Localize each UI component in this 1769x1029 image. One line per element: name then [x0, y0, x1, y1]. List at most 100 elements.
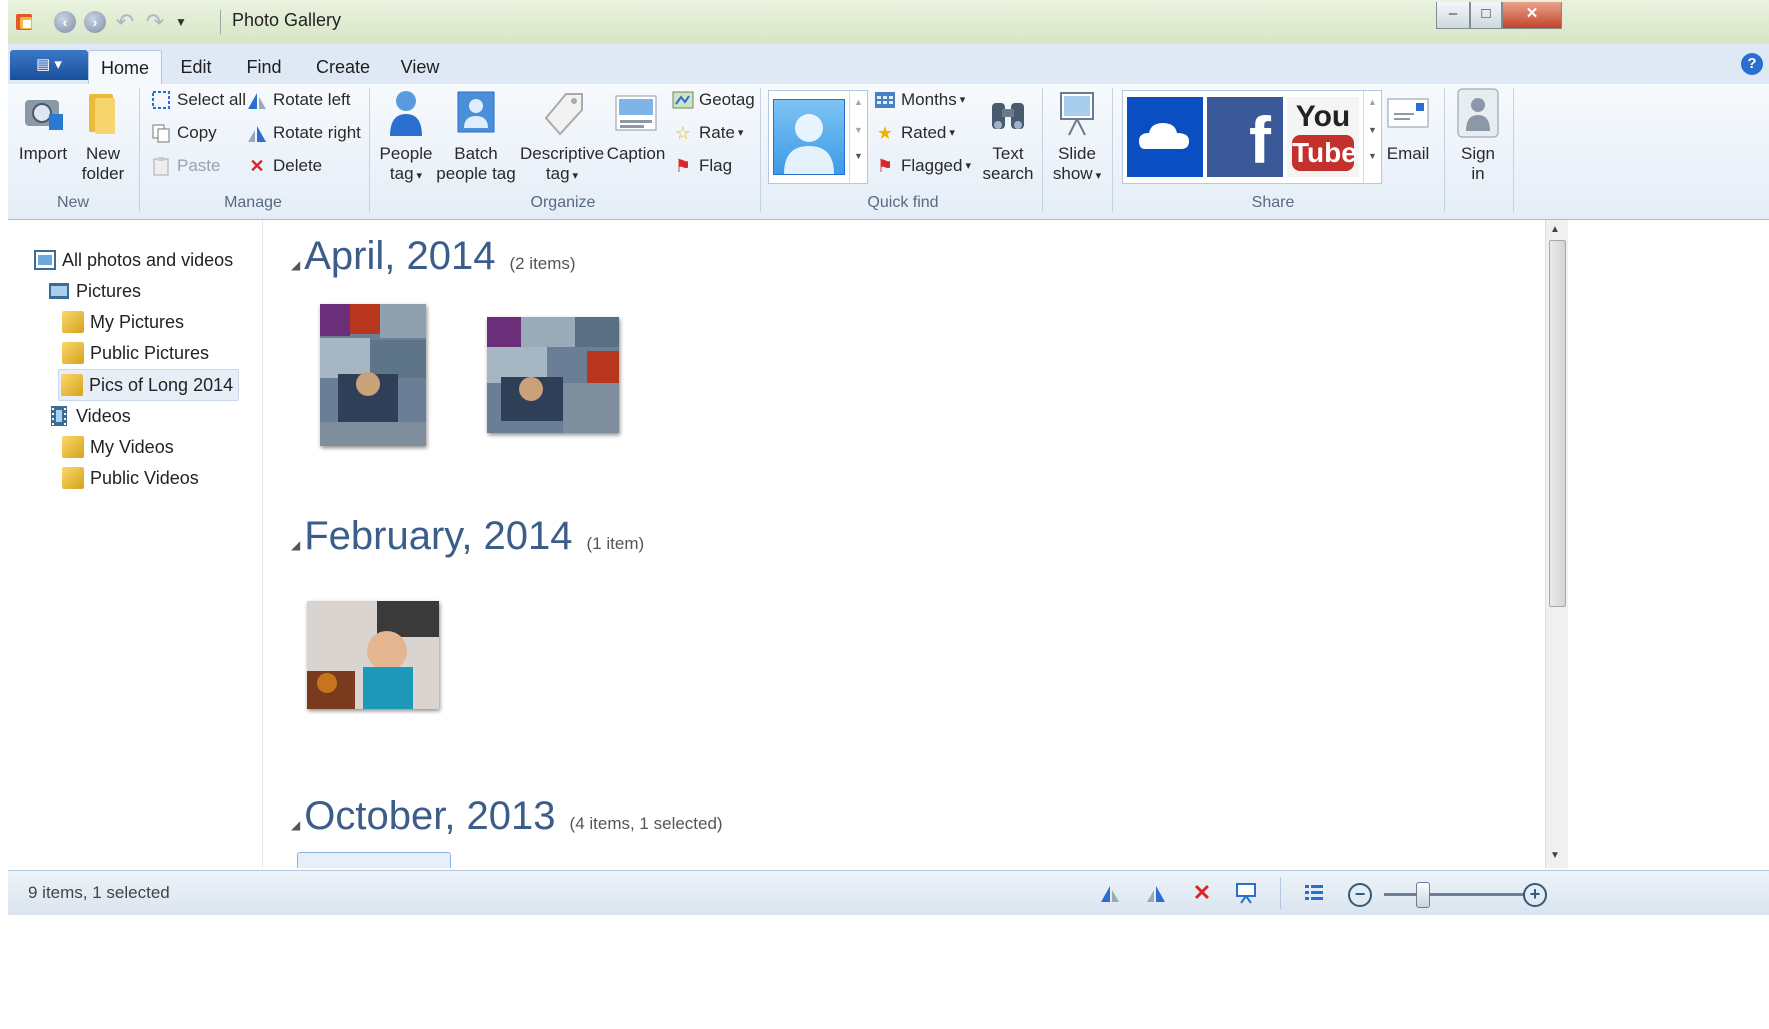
minimize-button[interactable]: – [1436, 2, 1470, 29]
gallery-up-icon[interactable]: ▲ [850, 97, 867, 107]
help-icon[interactable]: ? [1741, 53, 1763, 75]
zoom-out-icon[interactable]: − [1348, 883, 1372, 907]
slide-show-button[interactable]: Slide show ▾ [1048, 86, 1106, 186]
folder-icon [62, 311, 84, 333]
forward-icon[interactable]: › [82, 9, 108, 35]
close-button[interactable]: ✕ [1502, 2, 1562, 29]
gallery-scroll[interactable]: ▲ ▼ ▼ [849, 91, 867, 183]
new-folder-button[interactable]: New folder [78, 86, 128, 184]
batch-people-tag-button[interactable]: Batch people tag [436, 86, 516, 184]
select-all-button[interactable]: Select all [150, 86, 246, 114]
tab-create[interactable]: Create [308, 50, 378, 84]
caption-icon [614, 86, 658, 140]
sign-in-button[interactable]: Sign in [1450, 86, 1506, 184]
rated-button[interactable]: ★ Rated ▾ [874, 119, 955, 147]
gallery-more-icon[interactable]: ▼ [850, 151, 867, 161]
tab-edit[interactable]: Edit [168, 50, 224, 84]
batch-label-2: people tag [436, 164, 516, 183]
import-label: Import [18, 144, 68, 163]
photo-thumbnail[interactable] [487, 317, 619, 433]
slide-show-label-2: show [1052, 164, 1093, 183]
people-tag-label-2: tag [389, 164, 414, 183]
descriptive-tag-button[interactable]: Descriptive tag ▾ [520, 86, 604, 186]
nav-label: Videos [76, 406, 131, 426]
folder-icon [81, 86, 125, 140]
share-up-icon[interactable]: ▲ [1364, 97, 1381, 107]
share-more-icon[interactable]: ▼ [1364, 151, 1381, 161]
share-gallery-scroll[interactable]: ▲ ▼ ▼ [1363, 91, 1381, 183]
tab-find[interactable]: Find [236, 50, 292, 84]
flag-icon: ⚑ [876, 156, 894, 176]
collapse-triangle-icon[interactable]: ◢ [291, 258, 300, 272]
nav-pics-of-long-2014[interactable]: Pics of Long 2014 [58, 369, 240, 401]
facebook-icon[interactable]: f [1207, 97, 1283, 177]
group-separator [369, 88, 370, 212]
people-gallery[interactable]: ▲ ▼ ▼ [768, 90, 868, 184]
delete-icon: ✕ [249, 156, 265, 176]
redo-icon[interactable]: ↷ [142, 9, 168, 35]
slide-show-icon[interactable] [1232, 880, 1260, 906]
tab-home[interactable]: Home [88, 50, 162, 85]
person-icon [384, 86, 428, 140]
zoom-slider-knob[interactable] [1416, 882, 1430, 908]
scroll-up-icon[interactable]: ▲ [1550, 224, 1560, 235]
scroll-down-icon[interactable]: ▼ [1550, 850, 1560, 861]
nav-my-videos[interactable]: My Videos [62, 432, 174, 462]
status-bar: 9 items, 1 selected ✕ − + [8, 870, 1769, 915]
geotag-button[interactable]: Geotag [672, 86, 755, 114]
photo-thumbnail[interactable] [307, 601, 439, 709]
customize-qat-icon[interactable]: ▼ [168, 9, 194, 35]
flag-button[interactable]: ⚑ Flag [672, 152, 732, 180]
rotate-right-icon[interactable] [1142, 880, 1170, 906]
photo-thumbnail[interactable] [320, 304, 426, 446]
nav-pictures[interactable]: Pictures [48, 276, 141, 306]
nav-my-pictures[interactable]: My Pictures [62, 307, 184, 337]
import-button[interactable]: Import [16, 86, 70, 164]
copy-button[interactable]: Copy [150, 119, 217, 147]
vertical-scrollbar[interactable]: ▲ ▼ [1545, 220, 1568, 868]
onedrive-icon[interactable] [1127, 97, 1203, 177]
tab-view[interactable]: View [392, 50, 448, 84]
rotate-left-icon[interactable] [1096, 880, 1124, 906]
nav-public-videos[interactable]: Public Videos [62, 463, 199, 493]
group-label-organize: Organize [530, 194, 596, 211]
selected-photo-thumbnail[interactable] [297, 852, 451, 868]
gallery-down-icon[interactable]: ▼ [850, 125, 867, 135]
nav-videos[interactable]: Videos [48, 401, 131, 431]
caption-button[interactable]: Caption [606, 86, 666, 164]
delete-icon[interactable]: ✕ [1188, 880, 1216, 906]
delete-button[interactable]: ✕ Delete [246, 152, 322, 180]
gallery-icon [34, 249, 56, 271]
rate-button[interactable]: ☆ Rate ▾ [672, 119, 744, 147]
undo-icon[interactable]: ↶ [112, 9, 138, 35]
youtube-icon[interactable]: You Tube [1287, 97, 1359, 177]
flagged-button[interactable]: ⚑ Flagged ▾ [874, 152, 971, 180]
collapse-triangle-icon[interactable]: ◢ [291, 538, 300, 552]
zoom-slider-track[interactable] [1384, 893, 1524, 896]
rotate-right-button[interactable]: Rotate right [246, 119, 361, 147]
rotate-left-button[interactable]: Rotate left [246, 86, 351, 114]
back-icon[interactable]: ‹ [52, 9, 78, 35]
group-header-february-2014[interactable]: ◢ February, 2014 (1 item) [291, 514, 644, 559]
nav-all-photos-and-videos[interactable]: All photos and videos [34, 245, 233, 275]
application-menu-button[interactable]: ▤ ▾ [10, 50, 88, 80]
person-thumbnail-icon[interactable] [773, 99, 845, 175]
group-header-october-2013[interactable]: ◢ October, 2013 (4 items, 1 selected) [291, 794, 723, 839]
scrollbar-thumb[interactable] [1549, 240, 1566, 607]
months-button[interactable]: Months ▾ [874, 86, 965, 114]
app-icon[interactable] [12, 9, 38, 35]
text-search-button[interactable]: Text search [978, 86, 1038, 184]
nav-public-pictures[interactable]: Public Pictures [62, 338, 209, 368]
paste-button[interactable]: Paste [150, 152, 220, 180]
share-down-icon[interactable]: ▼ [1364, 125, 1381, 135]
maximize-button[interactable]: □ [1470, 2, 1502, 29]
people-tag-button[interactable]: People tag ▾ [378, 86, 434, 186]
collapse-triangle-icon[interactable]: ◢ [291, 818, 300, 832]
nav-label: Public Pictures [90, 343, 210, 363]
zoom-in-icon[interactable]: + [1523, 883, 1547, 907]
email-button[interactable]: Email [1380, 86, 1436, 164]
details-view-icon[interactable] [1300, 880, 1328, 906]
geotag-icon [672, 89, 694, 111]
group-header-april-2014[interactable]: ◢ April, 2014 (2 items) [291, 234, 576, 279]
camera-icon [21, 86, 65, 140]
